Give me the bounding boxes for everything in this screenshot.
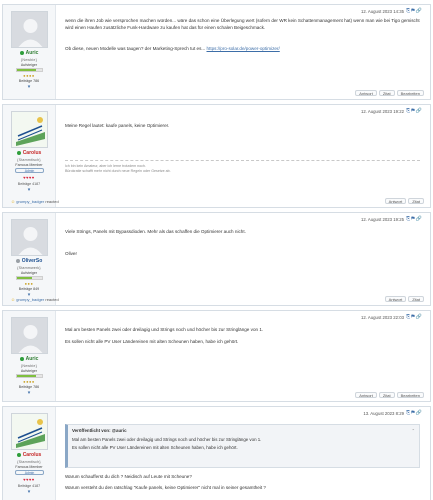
- quote-text-2: Es sollen nicht alle PV User Ländereinen…: [72, 445, 238, 450]
- username[interactable]: Auric: [3, 50, 55, 56]
- post-text: Viele Strings, Panels mit Bypassdioden. …: [65, 229, 246, 234]
- reply-button[interactable]: Antwort: [355, 90, 377, 96]
- reaction-summary[interactable]: ☺ grumpy_badger reacted: [11, 199, 59, 204]
- rank-label: Aufsteiger: [20, 271, 38, 275]
- rank-label: Famous Member: [15, 465, 43, 469]
- post-count: Beiträge 786: [18, 385, 40, 389]
- signature: Ich bin kein Amateur, aber ich lerne tro…: [65, 160, 420, 174]
- edit-button[interactable]: Bearbeiten: [396, 90, 424, 96]
- username[interactable]: Carolus: [3, 150, 55, 156]
- post-count: Beiträge 849: [18, 287, 40, 291]
- avatar[interactable]: [11, 413, 48, 450]
- medals-icon: ●●●: [24, 281, 34, 286]
- avatar[interactable]: [11, 219, 48, 256]
- quote-author: Veröffentlicht von: @auric: [72, 428, 127, 433]
- post-link[interactable]: https://pro-solar.de/power-optimizer/: [206, 46, 279, 51]
- online-status-icon: [16, 150, 21, 155]
- quote-button[interactable]: Zitat: [408, 296, 424, 302]
- role-badge: Admin: [15, 470, 44, 475]
- offline-status-icon: [15, 258, 20, 263]
- post-text-2: Es sollen nicht alle PV User Ländereinen…: [65, 339, 239, 344]
- post-count: Beiträge 4187: [17, 182, 41, 186]
- post-count: Beiträge 786: [18, 79, 40, 83]
- user-title: {Stammtisch}: [17, 460, 41, 464]
- avatar[interactable]: [11, 111, 48, 148]
- post-actions: Antwort Zitat Bearbeiten: [353, 392, 424, 398]
- medals-icon: ♥♥♥♥: [23, 477, 35, 482]
- post-5: Carolus {Stammtisch} Famous Member Admin…: [2, 406, 431, 500]
- user-pane: Carolus {Stammtisch} Famous Member Admin…: [3, 407, 56, 500]
- online-status-icon: [19, 50, 24, 55]
- reply-button[interactable]: Antwort: [384, 296, 407, 302]
- avatar[interactable]: [11, 11, 48, 48]
- user-pane: Auric {Newbie} Aufsteiger ●●●● Beiträge …: [3, 5, 56, 99]
- post-1: Auric {Newbie} Aufsteiger ●●●● Beiträge …: [2, 4, 431, 100]
- post-2: Carolus {Stammtisch} Famous Member Admin…: [2, 104, 431, 208]
- share-icons[interactable]: ⎘⚑🔗: [406, 8, 423, 14]
- post-date[interactable]: 12. August 2023 19:25: [361, 217, 404, 222]
- user-pane: Carolus {Stammtisch} Famous Member Admin…: [3, 105, 56, 207]
- reply-button[interactable]: Antwort: [384, 198, 407, 204]
- share-icons[interactable]: ⎘⚑🔗: [406, 410, 423, 416]
- post-date[interactable]: 12. August 2023 19:22: [361, 109, 404, 114]
- rank-label: Aufsteiger: [20, 63, 38, 67]
- chevron-down-icon[interactable]: ▾: [3, 187, 55, 193]
- chevron-down-icon[interactable]: ▾: [3, 489, 55, 495]
- reaction-emoji-icon: ☺: [11, 199, 16, 204]
- user-title: {Stammtisch}: [17, 158, 41, 162]
- post-4: Auric {Newbie} Aufsteiger ●●●● Beiträge …: [2, 310, 431, 402]
- post-text: Mal am besten Panels zwei oder dreilagig…: [65, 327, 264, 332]
- share-icons[interactable]: ⎘⚑🔗: [406, 314, 423, 320]
- user-pane: OliverSo {Stammwerk} Aufsteiger ●●● Beit…: [3, 213, 56, 305]
- quote-button[interactable]: Zitat: [408, 198, 424, 204]
- chevron-down-icon[interactable]: ▾: [3, 390, 55, 396]
- user-title: {Newbie}: [21, 364, 37, 368]
- rank-progress-bar: [16, 68, 43, 72]
- avatar[interactable]: [11, 317, 48, 354]
- chevron-down-icon[interactable]: ▾: [3, 84, 55, 90]
- post-date[interactable]: 13. August 2023 8:29: [363, 411, 404, 416]
- post-actions: Antwort Zitat Bearbeiten: [353, 90, 424, 96]
- rank-progress-bar: [16, 374, 43, 378]
- post-text-2: Ob diese, neuen Modelle was taugen? der …: [65, 46, 280, 51]
- quote-text: Mal am besten Panels zwei oder dreilagig…: [72, 437, 262, 442]
- post-text-2: Warum versteht du den ratschlag "Kaufe p…: [65, 485, 266, 490]
- post-date[interactable]: 12. August 2023 14:35: [361, 9, 404, 14]
- online-status-icon: [16, 452, 21, 457]
- reaction-summary[interactable]: ☺ grumpy_badger reacted: [11, 297, 59, 302]
- reaction-emoji-icon: ☺: [11, 297, 16, 302]
- quote-toggle-icon[interactable]: ⌃: [412, 428, 415, 433]
- reply-button[interactable]: Antwort: [355, 392, 377, 398]
- post-signoff: Oliver: [65, 251, 77, 256]
- post-date[interactable]: 12. August 2023 22:03: [361, 315, 404, 320]
- username[interactable]: Auric: [3, 356, 55, 362]
- medals-icon: ♥♥♥♥: [23, 175, 35, 180]
- quote-button[interactable]: Zitat: [378, 90, 395, 96]
- post-actions: Antwort Zitat: [383, 296, 424, 302]
- quote-block: ⌃ Veröffentlicht von: @auric Mal am best…: [65, 424, 420, 468]
- online-status-icon: [19, 356, 24, 361]
- medals-icon: ●●●●: [23, 379, 35, 384]
- medals-icon: ●●●●: [23, 73, 35, 78]
- user-pane: Auric {Newbie} Aufsteiger ●●●● Beiträge …: [3, 311, 56, 401]
- role-badge: Admin: [15, 168, 44, 173]
- share-icons[interactable]: ⎘⚑🔗: [406, 108, 423, 114]
- rank-label: Aufsteiger: [20, 369, 38, 373]
- username[interactable]: Carolus: [3, 452, 55, 458]
- rank-progress-bar: [16, 276, 43, 280]
- rank-label: Famous Member: [15, 163, 43, 167]
- post-text: wenn die ihren Job wie versprochen mache…: [65, 18, 420, 30]
- post-count: Beiträge 4187: [17, 484, 41, 488]
- share-icons[interactable]: ⎘⚑🔗: [406, 216, 423, 222]
- user-title: {Newbie}: [21, 58, 37, 62]
- post-actions: Antwort Zitat: [383, 198, 424, 204]
- post-text: Warum schaufferst du dich ? Neidisch auf…: [65, 474, 192, 479]
- username[interactable]: OliverSo: [3, 258, 55, 264]
- user-title: {Stammwerk}: [17, 266, 41, 270]
- post-text: Meine Regel lautet: kaufe panels, keine …: [65, 123, 170, 128]
- quote-button[interactable]: Zitat: [378, 392, 395, 398]
- post-3: OliverSo {Stammwerk} Aufsteiger ●●● Beit…: [2, 212, 431, 306]
- edit-button[interactable]: Bearbeiten: [396, 392, 424, 398]
